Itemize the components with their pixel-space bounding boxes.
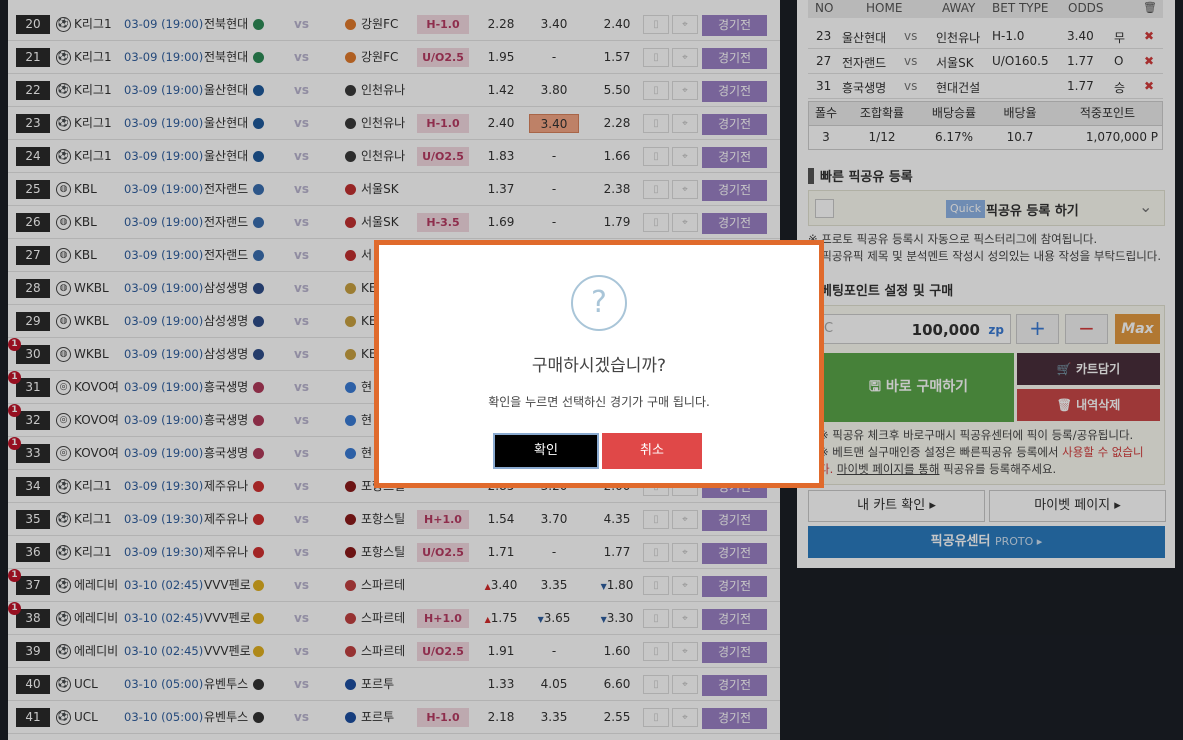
dialog-message: 확인을 누르면 선택하신 경기가 구매 됩니다. — [488, 395, 710, 409]
confirm-button[interactable]: 확인 — [493, 433, 599, 469]
confirm-dialog: ? 구매하시겠습니까? 확인을 누르면 선택하신 경기가 구매 됩니다. 확인 … — [374, 240, 824, 488]
question-icon: ? — [571, 275, 627, 331]
dialog-title: 구매하시겠습니까? — [531, 356, 667, 376]
cancel-button[interactable]: 취소 — [602, 433, 702, 469]
